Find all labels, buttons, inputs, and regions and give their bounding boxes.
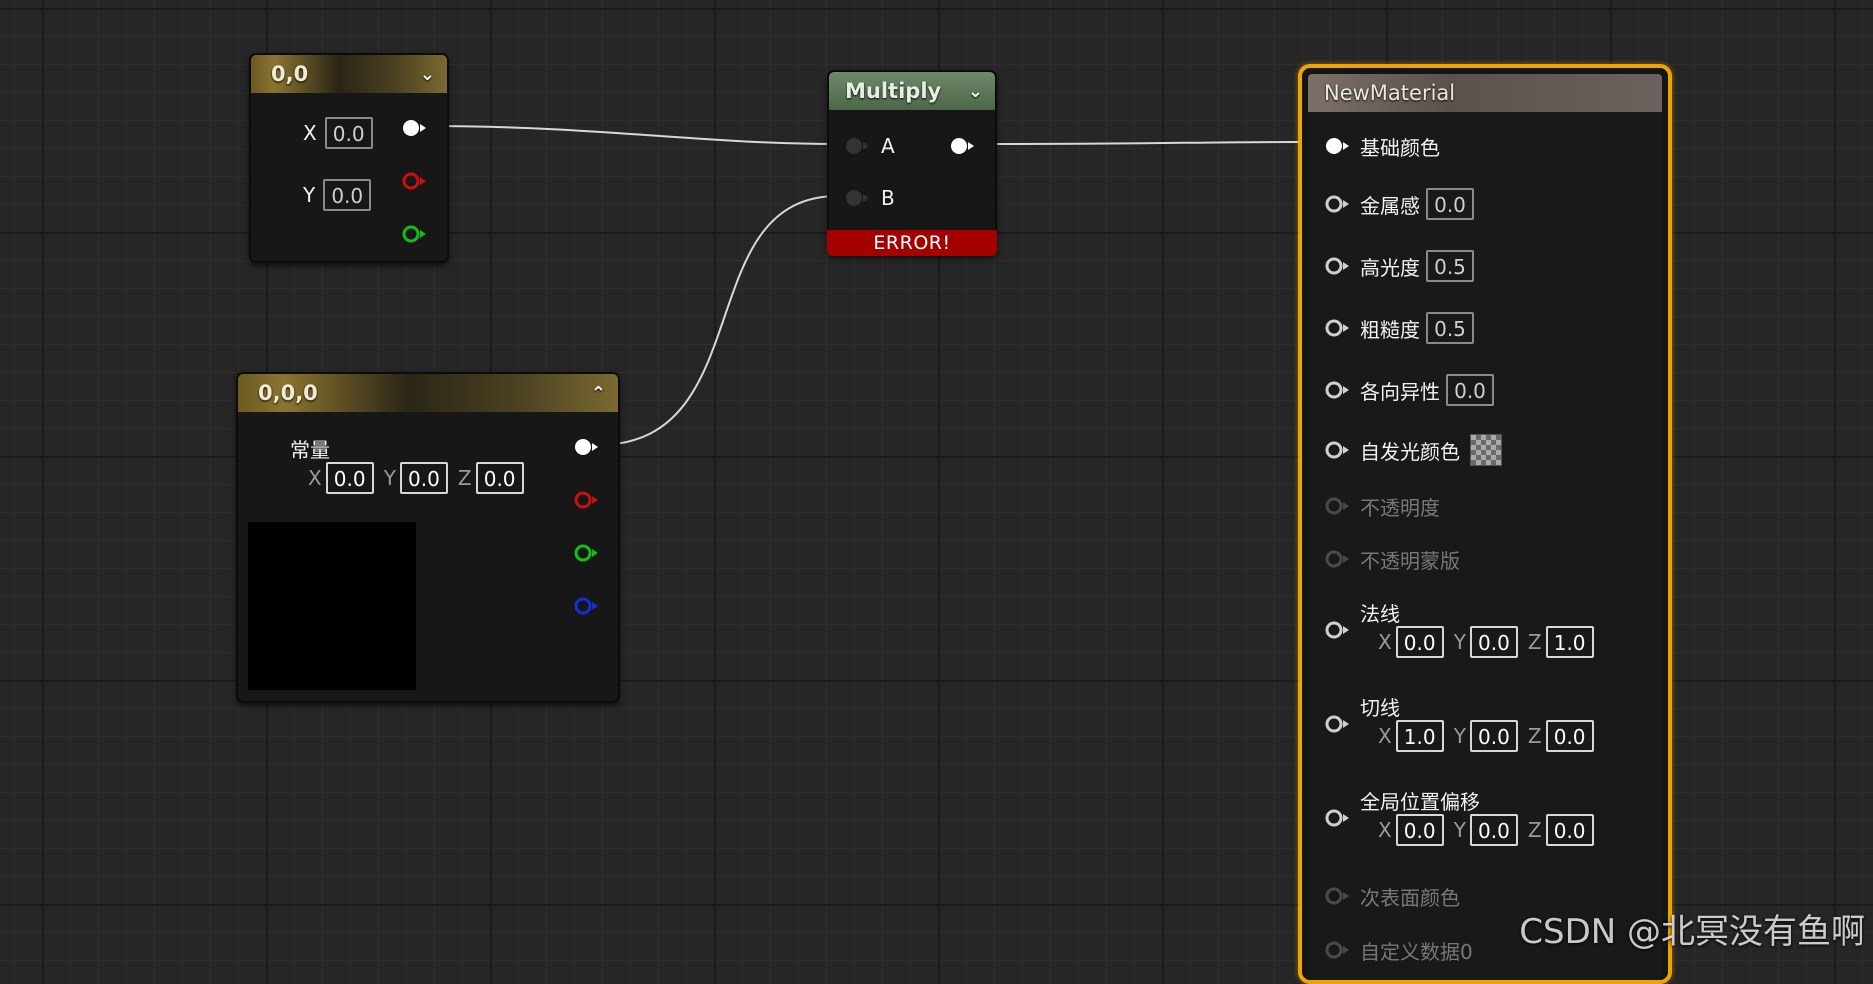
chevron-down-icon[interactable]: ⌄ xyxy=(420,64,435,85)
y-axis-label: Y xyxy=(383,466,396,490)
node-header[interactable]: 0,0 ⌄ xyxy=(251,55,447,93)
color-preview-swatch xyxy=(248,522,416,690)
input-pin-anisotropy[interactable] xyxy=(1324,380,1350,400)
tangent-label: 切线 xyxy=(1360,696,1400,720)
input-pin-base-color[interactable] xyxy=(1324,136,1350,156)
x-axis-label: X xyxy=(1378,724,1392,748)
subsurface-color-label: 次表面颜色 xyxy=(1360,886,1460,910)
roughness-label: 粗糙度 xyxy=(1360,317,1420,342)
z-value-field[interactable]: 0.0 xyxy=(475,462,524,494)
y-axis-label: Y xyxy=(1453,818,1466,842)
x-axis-label: X xyxy=(308,466,322,490)
input-pin-b[interactable] xyxy=(844,188,870,208)
input-pin-specular[interactable] xyxy=(1324,256,1350,276)
output-pin-blue[interactable] xyxy=(573,596,599,616)
world-position-offset-label: 全局位置偏移 xyxy=(1360,790,1480,814)
x-value-field[interactable]: 0.0 xyxy=(325,462,374,494)
normal-z-field[interactable]: 1.0 xyxy=(1545,626,1594,658)
anisotropy-label: 各向异性 xyxy=(1360,379,1440,404)
chevron-down-icon[interactable]: ⌄ xyxy=(968,81,983,102)
chevron-up-icon[interactable]: ⌃ xyxy=(591,383,606,404)
z-axis-label: Z xyxy=(1527,630,1542,654)
constant3vector-node[interactable]: 0,0,0 ⌃ 常量 X 0.0 Y 0.0 Z 0.0 xyxy=(236,372,620,703)
output-pin-red[interactable] xyxy=(401,171,427,191)
input-pin-subsurface-color xyxy=(1324,886,1350,906)
normal-y-field[interactable]: 0.0 xyxy=(1469,626,1518,658)
tangent-x-field[interactable]: 1.0 xyxy=(1395,720,1444,752)
input-pin-world-position-offset[interactable] xyxy=(1324,808,1350,828)
output-pin-red[interactable] xyxy=(573,490,599,510)
wire-multiply-to-basecolor[interactable] xyxy=(979,141,1299,145)
node-header[interactable]: Multiply ⌄ xyxy=(829,72,995,110)
z-axis-label: Z xyxy=(457,466,472,490)
emissive-label: 自发光颜色 xyxy=(1360,439,1460,464)
normal-label: 法线 xyxy=(1360,602,1400,626)
base-color-label: 基础颜色 xyxy=(1360,136,1440,160)
node-header[interactable]: 0,0,0 ⌃ xyxy=(238,374,618,412)
constant2vector-node[interactable]: 0,0 ⌄ X 0.0 Y 0.0 xyxy=(249,53,449,263)
y-value-field[interactable]: 0.0 xyxy=(323,179,372,211)
input-b-label: B xyxy=(881,186,895,210)
z-axis-label: Z xyxy=(1527,724,1542,748)
node-title: 0,0,0 xyxy=(258,381,318,405)
output-pin-white[interactable] xyxy=(949,136,975,156)
multiply-node[interactable]: Multiply ⌄ A B ERROR! xyxy=(827,70,997,256)
input-pin-roughness[interactable] xyxy=(1324,318,1350,338)
custom-data0-label: 自定义数据0 xyxy=(1360,940,1473,964)
input-pin-opacity xyxy=(1324,496,1350,516)
input-pin-metallic[interactable] xyxy=(1324,194,1350,214)
input-pin-a[interactable] xyxy=(844,136,870,156)
metallic-label: 金属感 xyxy=(1360,193,1420,218)
z-axis-label: Z xyxy=(1527,818,1542,842)
input-pin-normal[interactable] xyxy=(1324,620,1350,640)
normal-x-field[interactable]: 0.0 xyxy=(1395,626,1444,658)
material-result-node[interactable]: NewMaterial 基础颜色 金属感 0.0 高光度 0.5 粗糙度 0.5… xyxy=(1298,64,1672,984)
x-axis-label: X xyxy=(1378,818,1392,842)
opacity-label: 不透明度 xyxy=(1360,496,1440,520)
y-axis-label: Y xyxy=(1453,724,1466,748)
output-pin-green[interactable] xyxy=(401,224,427,244)
anisotropy-value-field[interactable]: 0.0 xyxy=(1446,374,1494,406)
error-banner: ERROR! xyxy=(827,230,997,256)
tangent-y-field[interactable]: 0.0 xyxy=(1469,720,1518,752)
wire-vec3-to-multiply-b[interactable] xyxy=(597,195,839,446)
emissive-color-swatch[interactable] xyxy=(1470,434,1502,466)
roughness-value-field[interactable]: 0.5 xyxy=(1426,312,1474,344)
x-label: X xyxy=(303,121,317,145)
x-value-field[interactable]: 0.0 xyxy=(324,117,373,149)
specular-label: 高光度 xyxy=(1360,255,1420,280)
y-label: Y xyxy=(303,183,316,207)
node-title: 0,0 xyxy=(271,62,309,86)
input-a-label: A xyxy=(881,134,895,158)
wpo-z-field[interactable]: 0.0 xyxy=(1545,814,1594,846)
node-header[interactable]: NewMaterial xyxy=(1308,74,1662,112)
input-pin-emissive[interactable] xyxy=(1324,440,1350,460)
watermark: CSDN @北冥没有鱼啊 xyxy=(1519,912,1865,952)
node-title: Multiply xyxy=(845,79,942,103)
output-pin-green[interactable] xyxy=(573,543,599,563)
metallic-value-field[interactable]: 0.0 xyxy=(1426,188,1474,220)
tangent-z-field[interactable]: 0.0 xyxy=(1545,720,1594,752)
y-axis-label: Y xyxy=(1453,630,1466,654)
wire-vec2-to-multiply-a[interactable] xyxy=(425,125,839,145)
node-title: NewMaterial xyxy=(1324,81,1456,105)
input-pin-tangent[interactable] xyxy=(1324,714,1350,734)
x-axis-label: X xyxy=(1378,630,1392,654)
wpo-x-field[interactable]: 0.0 xyxy=(1395,814,1444,846)
constant-label: 常量 xyxy=(290,438,330,462)
output-pin-white[interactable] xyxy=(573,437,599,457)
opacity-mask-label: 不透明蒙版 xyxy=(1360,549,1460,573)
input-pin-custom-data0 xyxy=(1324,940,1350,960)
specular-value-field[interactable]: 0.5 xyxy=(1426,250,1474,282)
output-pin-white[interactable] xyxy=(401,118,427,138)
wpo-y-field[interactable]: 0.0 xyxy=(1469,814,1518,846)
y-value-field[interactable]: 0.0 xyxy=(399,462,448,494)
input-pin-opacity-mask xyxy=(1324,549,1350,569)
